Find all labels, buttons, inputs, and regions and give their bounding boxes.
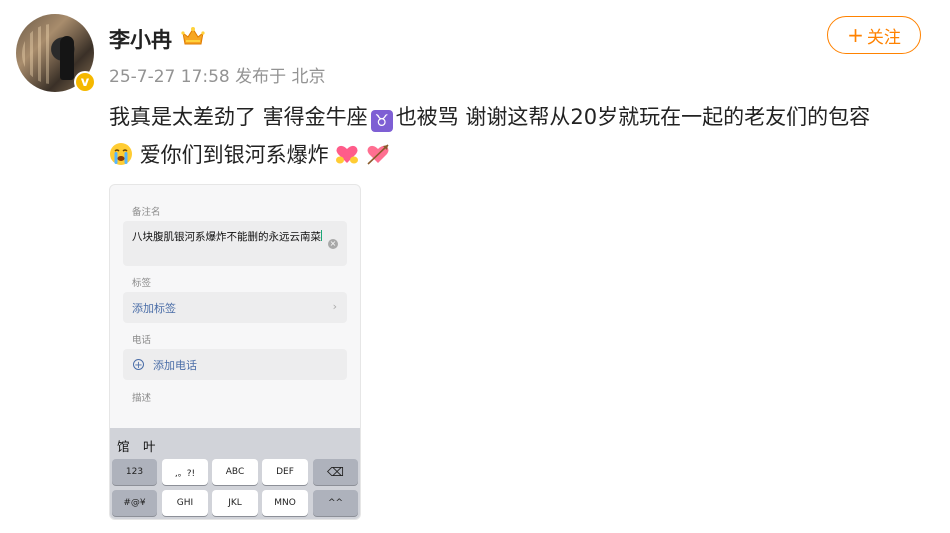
taurus-icon: ♉ bbox=[370, 110, 393, 132]
note-value: 八块腹肌银河系爆炸不能删的永远云南菜 bbox=[132, 230, 322, 243]
note-field: 八块腹肌银河系爆炸不能删的永远云南菜 × bbox=[123, 221, 347, 266]
post-meta: 25-7-27 17:58 发布于 北京 bbox=[109, 67, 326, 87]
key-jkl: JKL bbox=[212, 490, 258, 516]
backspace-icon: ⌫ bbox=[313, 459, 358, 485]
tag-label: 标签 bbox=[132, 278, 152, 289]
key-emoticon: ^^ bbox=[313, 490, 358, 516]
candidate-2: 叶 bbox=[143, 439, 156, 454]
key-def: DEF bbox=[262, 459, 308, 485]
clear-icon: × bbox=[328, 239, 338, 249]
key-123: 123 bbox=[112, 459, 157, 485]
candidate-1: 馆 bbox=[117, 439, 130, 454]
keyboard: 馆 叶 123 ,。?! ABC DEF ⌫ #@¥ GHI JKL MNO ^… bbox=[110, 428, 360, 519]
chevron-right-icon: › bbox=[332, 300, 337, 313]
plus-icon: + bbox=[847, 23, 864, 47]
username[interactable]: 李小冉 bbox=[109, 24, 172, 54]
key-abc: ABC bbox=[212, 459, 258, 485]
avatar-figure bbox=[60, 36, 74, 80]
add-phone-row: + 添加电话 bbox=[123, 349, 347, 380]
key-symbols: #@¥ bbox=[112, 490, 157, 516]
post-line1-b: 也被骂 谢谢这帮从20岁就玩在一起的老友们的包容 bbox=[395, 105, 871, 129]
phone-label: 电话 bbox=[132, 335, 152, 346]
heart-arrow-icon bbox=[367, 144, 389, 165]
add-tag-row: 添加标签 › bbox=[123, 292, 347, 323]
post-text: 我真是太差劲了 害得金牛座 ♉ 也被骂 谢谢这帮从20岁就玩在一起的老友们的包容 爱… bbox=[109, 98, 939, 174]
note-label: 备注名 bbox=[132, 207, 161, 218]
attached-screenshot[interactable]: 备注名 八块腹肌银河系爆炸不能删的永远云南菜 × 标签 添加标签 › 电话 + … bbox=[109, 184, 361, 520]
plus-circle-icon: + bbox=[133, 359, 144, 371]
key-ghi: GHI bbox=[162, 490, 208, 516]
post-line1-a: 我真是太差劲了 害得金牛座 bbox=[109, 105, 368, 129]
post-line2: 爱你们到银河系爆炸 bbox=[139, 143, 329, 167]
add-phone-text: 添加电话 bbox=[153, 359, 197, 372]
avatar-background bbox=[22, 24, 52, 84]
key-mno: MNO bbox=[262, 490, 308, 516]
follow-button[interactable]: + 关注 bbox=[827, 16, 921, 54]
description-label: 描述 bbox=[132, 393, 152, 404]
heart-hands-icon bbox=[336, 145, 359, 164]
follow-label: 关注 bbox=[866, 27, 901, 48]
verified-badge-icon: v bbox=[74, 71, 96, 93]
key-punctuation: ,。?! bbox=[162, 459, 208, 485]
add-tag-text: 添加标签 bbox=[132, 302, 176, 315]
crying-face-icon bbox=[110, 143, 132, 165]
crown-icon[interactable] bbox=[181, 25, 205, 47]
